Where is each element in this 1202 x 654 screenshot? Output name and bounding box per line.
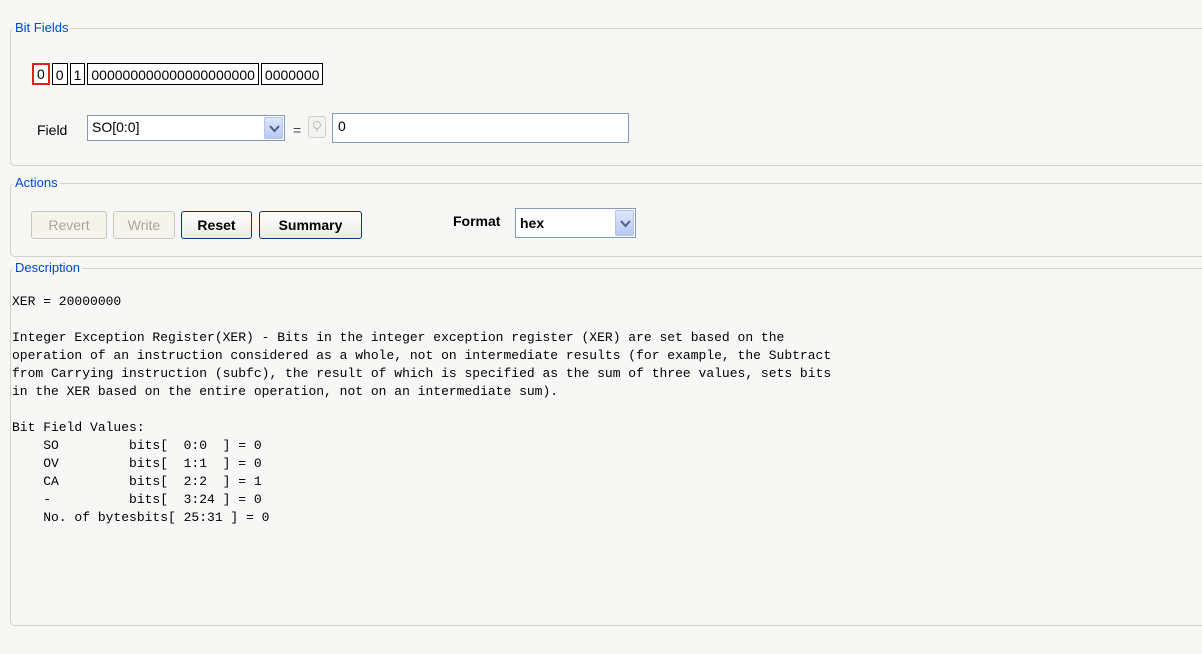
format-select[interactable]: hex <box>515 208 636 238</box>
bit-field-ov[interactable]: 0 <box>51 63 68 85</box>
actions-legend: Actions <box>13 175 60 191</box>
format-select-value: hex <box>520 215 545 231</box>
summary-button[interactable]: Summary <box>259 211 362 239</box>
bit-field-bytes[interactable]: 0000000 <box>260 63 324 85</box>
bit-field-so[interactable]: 0 <box>32 63 50 85</box>
bit-field-reserved[interactable]: 000000000000000000000 <box>87 63 259 85</box>
field-value-input[interactable]: 0 <box>332 113 629 143</box>
description-text: XER = 20000000 Integer Exception Registe… <box>12 294 832 525</box>
chevron-down-icon[interactable] <box>264 117 283 139</box>
bit-fields-legend: Bit Fields <box>13 20 71 36</box>
field-select[interactable]: SO[0:0] <box>87 115 285 141</box>
field-select-value: SO[0:0] <box>92 119 140 135</box>
actions-group: Actions Revert Write Reset Summary Forma… <box>10 175 1202 257</box>
field-label: Field <box>37 122 68 138</box>
description-legend: Description <box>13 260 83 276</box>
revert-button[interactable]: Revert <box>31 211 107 239</box>
chevron-down-icon[interactable] <box>615 210 634 236</box>
bit-field-ca[interactable]: 1 <box>69 63 86 85</box>
description-group: Description XER = 20000000 Integer Excep… <box>10 260 1202 626</box>
field-value-text: 0 <box>338 118 346 134</box>
write-button[interactable]: Write <box>113 211 175 239</box>
lightbulb-icon[interactable] <box>308 116 326 138</box>
reset-button[interactable]: Reset <box>181 211 252 239</box>
bit-field-strip: 0 0 1 000000000000000000000 0000000 <box>32 63 325 87</box>
format-label: Format <box>453 213 501 229</box>
equals-sign: = <box>293 122 302 138</box>
bit-fields-group: Bit Fields 0 0 1 000000000000000000000 0… <box>10 20 1202 166</box>
